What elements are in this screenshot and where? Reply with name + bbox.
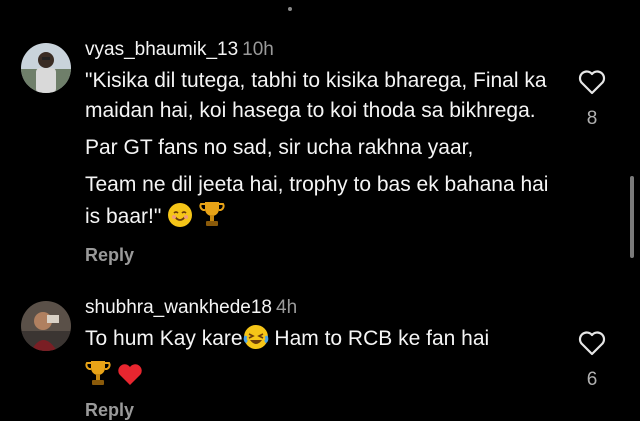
comment-paragraph: Par GT fans no sad, sir ucha rakhna yaar…	[85, 136, 474, 159]
reply-button[interactable]: Reply	[85, 245, 555, 266]
laughing-tears-emoji-icon	[243, 324, 269, 359]
smiling-face-emoji-icon	[167, 202, 193, 237]
username[interactable]: shubhra_wankhede18	[85, 297, 272, 318]
avatar[interactable]	[21, 43, 71, 93]
user-avatar-photo-icon	[21, 301, 71, 351]
comment-paragraph: "Kisika dil tutega, tabhi to kisika bhar…	[85, 69, 547, 122]
user-avatar-photo-icon	[21, 43, 71, 93]
reply-button[interactable]: Reply	[85, 400, 555, 421]
comment-text-part: To hum Kay kare	[85, 327, 243, 350]
trophy-emoji-icon	[199, 200, 225, 237]
comment-paragraph	[85, 359, 555, 396]
comment-text: "Kisika dil tutega, tabhi to kisika bhar…	[85, 66, 555, 237]
comment-meta: vyas_bhaumik_13 10h	[85, 38, 555, 62]
avatar[interactable]	[21, 301, 71, 351]
comment-paragraph-text: Team ne dil jeeta hai, trophy to bas ek …	[85, 173, 549, 228]
like-control: 8	[572, 69, 612, 130]
timestamp: 4h	[276, 297, 298, 318]
drag-handle-dot	[288, 7, 292, 11]
like-control: 6	[572, 330, 612, 391]
comment-meta: shubhra_wankhede18 4h	[85, 296, 555, 320]
like-count: 6	[586, 369, 598, 390]
trophy-emoji-icon	[85, 359, 111, 396]
username[interactable]: vyas_bhaumik_13	[85, 39, 238, 60]
scrollbar[interactable]	[630, 176, 634, 258]
comment-paragraph: To hum Kay kare Ham to RCB ke fan hai	[85, 324, 555, 359]
comment-text-part: Ham to RCB ke fan hai	[268, 327, 490, 350]
like-count: 8	[586, 108, 598, 129]
red-heart-emoji-icon	[117, 363, 143, 396]
comment-text: To hum Kay kare Ham to RCB ke fan hai	[85, 324, 555, 396]
timestamp: 10h	[242, 39, 274, 60]
heart-outline-icon[interactable]	[578, 70, 606, 99]
heart-outline-icon[interactable]	[578, 331, 606, 360]
comment-paragraph: Team ne dil jeeta hai, trophy to bas ek …	[85, 170, 555, 237]
